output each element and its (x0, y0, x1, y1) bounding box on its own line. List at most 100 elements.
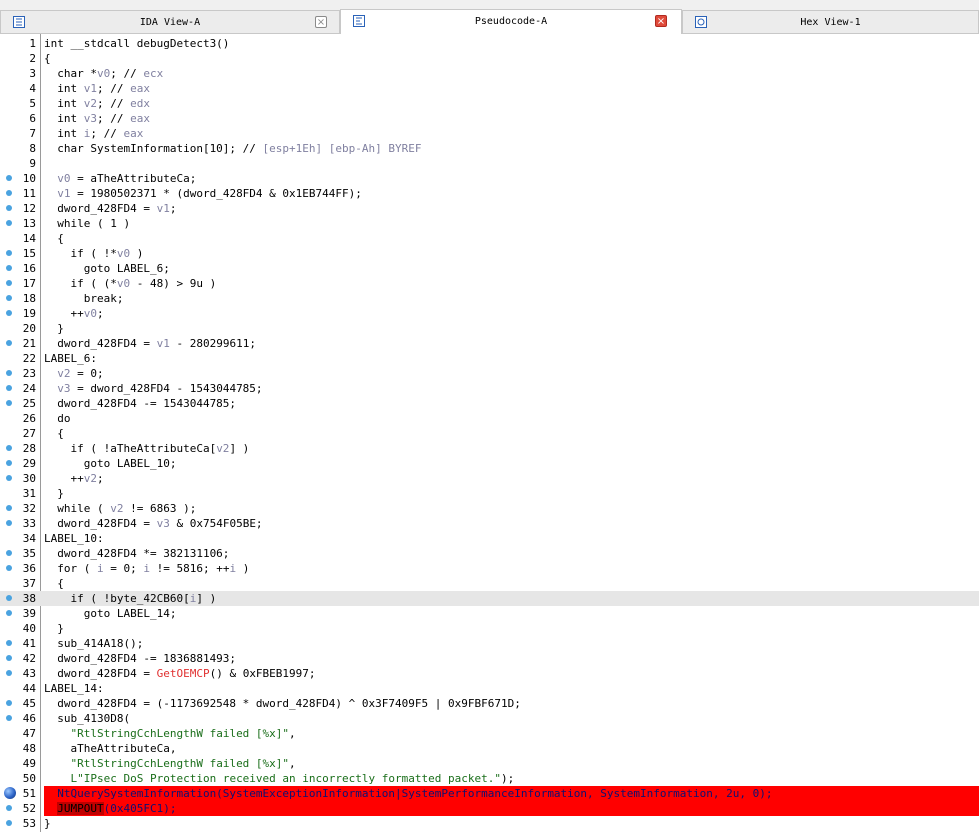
code-text[interactable]: int v1; // eax (44, 81, 979, 96)
code-text[interactable]: int v2; // edx (44, 96, 979, 111)
code-line[interactable]: 38 if ( !byte_42CB60[i] ) (0, 591, 979, 606)
code-text[interactable]: int i; // eax (44, 126, 979, 141)
code-line[interactable]: 24 v3 = dword_428FD4 - 1543044785; (0, 381, 979, 396)
code-text[interactable]: char SystemInformation[10]; // [esp+1Eh]… (44, 141, 979, 156)
code-line[interactable]: 1 int __stdcall debugDetect3() (0, 36, 979, 51)
code-text[interactable]: "RtlStringCchLengthW failed [%x]", (44, 756, 979, 771)
executable-line-dot-icon[interactable] (6, 640, 12, 646)
code-line[interactable]: 3 char *v0; // ecx (0, 66, 979, 81)
code-line[interactable]: 51 NtQuerySystemInformation(SystemExcept… (0, 786, 979, 801)
executable-line-dot-icon[interactable] (6, 475, 12, 481)
executable-line-dot-icon[interactable] (6, 805, 12, 811)
code-line[interactable]: 15 if ( !*v0 ) (0, 246, 979, 261)
executable-line-dot-icon[interactable] (6, 595, 12, 601)
code-line[interactable]: 12 dword_428FD4 = v1; (0, 201, 979, 216)
close-icon[interactable]: × (655, 15, 667, 27)
code-text[interactable]: "RtlStringCchLengthW failed [%x]", (44, 726, 979, 741)
code-line[interactable]: 28 if ( !aTheAttributeCa[v2] ) (0, 441, 979, 456)
code-text[interactable]: goto LABEL_14; (44, 606, 979, 621)
code-text[interactable]: } (44, 816, 979, 831)
executable-line-dot-icon[interactable] (6, 250, 12, 256)
code-text[interactable]: int __stdcall debugDetect3() (44, 36, 979, 51)
code-text[interactable]: { (44, 426, 979, 441)
code-text[interactable]: { (44, 51, 979, 66)
code-text[interactable]: dword_428FD4 = v1; (44, 201, 979, 216)
code-line[interactable]: 10 v0 = aTheAttributeCa; (0, 171, 979, 186)
executable-line-dot-icon[interactable] (6, 190, 12, 196)
tab-pseudocode-a[interactable]: Pseudocode-A × (340, 9, 682, 34)
code-line[interactable]: 42 dword_428FD4 -= 1836881493; (0, 651, 979, 666)
executable-line-dot-icon[interactable] (6, 610, 12, 616)
executable-line-dot-icon[interactable] (6, 220, 12, 226)
code-line[interactable]: 2{ (0, 51, 979, 66)
code-text[interactable]: ++v2; (44, 471, 979, 486)
breakpoint-icon[interactable] (4, 787, 16, 799)
code-line[interactable]: 4 int v1; // eax (0, 81, 979, 96)
code-line[interactable]: 16 goto LABEL_6; (0, 261, 979, 276)
code-line[interactable]: 41 sub_414A18(); (0, 636, 979, 651)
code-text[interactable]: { (44, 231, 979, 246)
code-line[interactable]: 14 { (0, 231, 979, 246)
executable-line-dot-icon[interactable] (6, 175, 12, 181)
code-line[interactable]: 27 { (0, 426, 979, 441)
code-line[interactable]: 13 while ( 1 ) (0, 216, 979, 231)
code-line[interactable]: 19 ++v0; (0, 306, 979, 321)
code-line[interactable]: 17 if ( (*v0 - 48) > 9u ) (0, 276, 979, 291)
code-text[interactable]: v2 = 0; (44, 366, 979, 381)
code-line[interactable]: 35 dword_428FD4 *= 382131106; (0, 546, 979, 561)
code-text[interactable]: goto LABEL_10; (44, 456, 979, 471)
code-line[interactable]: 6 int v3; // eax (0, 111, 979, 126)
executable-line-dot-icon[interactable] (6, 715, 12, 721)
executable-line-dot-icon[interactable] (6, 340, 12, 346)
code-text[interactable]: dword_428FD4 = (-1173692548 * dword_428F… (44, 696, 979, 711)
code-text[interactable]: while ( v2 != 6863 ); (44, 501, 979, 516)
executable-line-dot-icon[interactable] (6, 460, 12, 466)
code-text[interactable]: { (44, 576, 979, 591)
executable-line-dot-icon[interactable] (6, 385, 12, 391)
code-text[interactable]: for ( i = 0; i != 5816; ++i ) (44, 561, 979, 576)
code-line[interactable]: 50 L"IPsec DoS Protection received an in… (0, 771, 979, 786)
executable-line-dot-icon[interactable] (6, 295, 12, 301)
code-text[interactable]: dword_428FD4 *= 382131106; (44, 546, 979, 561)
code-text[interactable]: dword_428FD4 = v3 & 0x754F05BE; (44, 516, 979, 531)
code-text[interactable]: L"IPsec DoS Protection received an incor… (44, 771, 979, 786)
code-text[interactable]: LABEL_14: (44, 681, 979, 696)
code-line[interactable]: 36 for ( i = 0; i != 5816; ++i ) (0, 561, 979, 576)
executable-line-dot-icon[interactable] (6, 205, 12, 211)
executable-line-dot-icon[interactable] (6, 445, 12, 451)
executable-line-dot-icon[interactable] (6, 370, 12, 376)
executable-line-dot-icon[interactable] (6, 310, 12, 316)
pseudocode-editor[interactable]: 1 int __stdcall debugDetect3() 2{3 char *v… (0, 34, 979, 832)
code-line[interactable]: 9 (0, 156, 979, 171)
code-text[interactable]: aTheAttributeCa, (44, 741, 979, 756)
code-text[interactable]: do (44, 411, 979, 426)
executable-line-dot-icon[interactable] (6, 655, 12, 661)
executable-line-dot-icon[interactable] (6, 505, 12, 511)
tab-ida-view-a[interactable]: IDA View-A × (0, 10, 340, 33)
code-text[interactable]: } (44, 621, 979, 636)
code-text[interactable]: sub_414A18(); (44, 636, 979, 651)
code-text[interactable]: goto LABEL_6; (44, 261, 979, 276)
code-line[interactable]: 29 goto LABEL_10; (0, 456, 979, 471)
executable-line-dot-icon[interactable] (6, 520, 12, 526)
code-line[interactable]: 32 while ( v2 != 6863 ); (0, 501, 979, 516)
tab-hex-view-1[interactable]: Hex View-1 (682, 10, 979, 33)
code-line[interactable]: 18 break; (0, 291, 979, 306)
code-line[interactable]: 34 LABEL_10: (0, 531, 979, 546)
code-text[interactable]: LABEL_10: (44, 531, 979, 546)
code-line[interactable]: 23 v2 = 0; (0, 366, 979, 381)
executable-line-dot-icon[interactable] (6, 265, 12, 271)
code-text[interactable]: sub_4130D8( (44, 711, 979, 726)
code-line[interactable]: 25 dword_428FD4 -= 1543044785; (0, 396, 979, 411)
executable-line-dot-icon[interactable] (6, 280, 12, 286)
code-line[interactable]: 22 LABEL_6: (0, 351, 979, 366)
code-line[interactable]: 46 sub_4130D8( (0, 711, 979, 726)
code-line[interactable]: 37 { (0, 576, 979, 591)
code-line[interactable]: 31 } (0, 486, 979, 501)
executable-line-dot-icon[interactable] (6, 400, 12, 406)
code-line[interactable]: 47 "RtlStringCchLengthW failed [%x]", (0, 726, 979, 741)
code-text[interactable]: ++v0; (44, 306, 979, 321)
code-text[interactable]: } (44, 486, 979, 501)
code-line[interactable]: 40 } (0, 621, 979, 636)
executable-line-dot-icon[interactable] (6, 670, 12, 676)
